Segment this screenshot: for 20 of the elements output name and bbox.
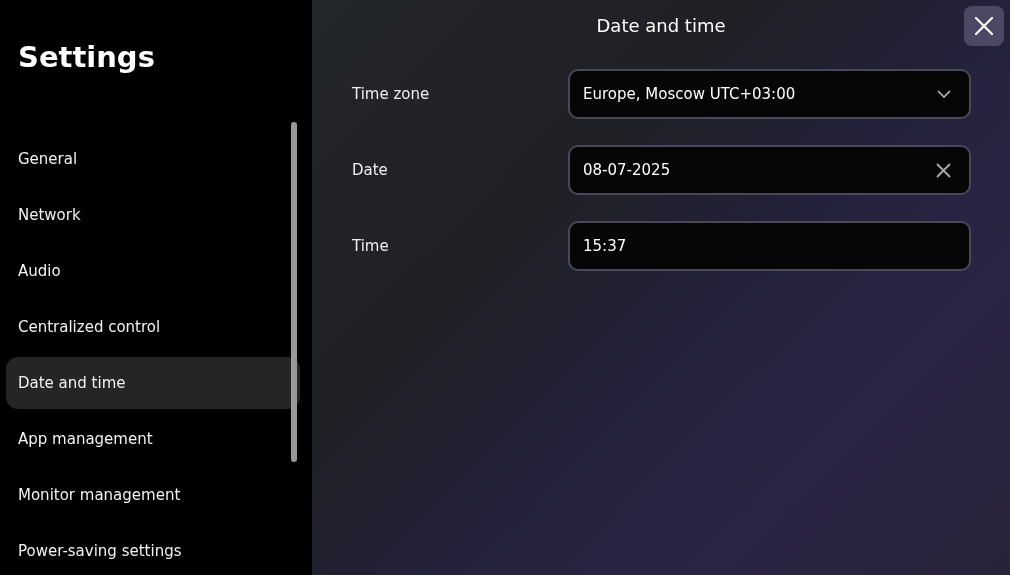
sidebar-item[interactable]: App management xyxy=(6,413,300,465)
chevron-down-icon xyxy=(937,90,951,98)
sidebar-item[interactable]: Monitor management xyxy=(6,469,300,521)
field-label: Time xyxy=(352,237,390,255)
time-field[interactable]: 15:37 xyxy=(568,221,971,271)
sidebar-item[interactable]: Audio xyxy=(6,245,300,297)
date-field[interactable]: 08-07-2025 xyxy=(568,145,971,195)
close-icon[interactable] xyxy=(964,6,1004,46)
field-label: Time zone xyxy=(352,85,431,103)
sidebar-item[interactable]: Network xyxy=(6,189,300,241)
field-label: Date xyxy=(352,161,389,179)
settings-title: Settings xyxy=(17,39,156,76)
scrollbar[interactable] xyxy=(291,122,297,462)
sidebar-item[interactable]: Power-saving settings xyxy=(6,525,300,575)
clear-icon[interactable] xyxy=(936,162,951,178)
sidebar-item[interactable]: Date and time xyxy=(6,357,300,409)
sidebar-item[interactable]: General xyxy=(6,133,300,185)
page-title: Date and time xyxy=(596,14,726,38)
sidebar-item[interactable]: Centralized control xyxy=(6,301,300,353)
timezone-dropdown[interactable]: Europe, Moscow UTC+03:00 xyxy=(568,69,971,119)
